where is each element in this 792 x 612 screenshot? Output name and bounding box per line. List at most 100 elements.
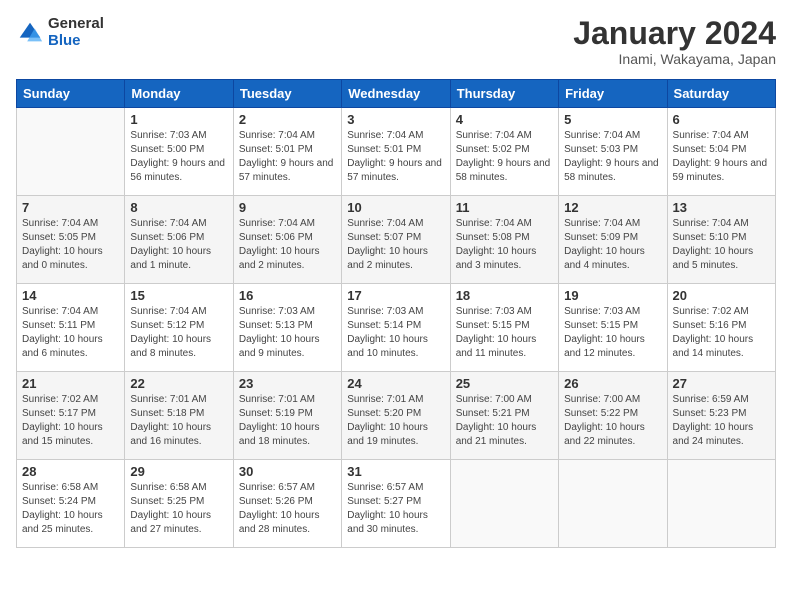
day-number: 2 bbox=[239, 112, 336, 127]
day-number: 28 bbox=[22, 464, 119, 479]
day-number: 14 bbox=[22, 288, 119, 303]
day-number: 27 bbox=[673, 376, 770, 391]
day-cell: 21Sunrise: 7:02 AMSunset: 5:17 PMDayligh… bbox=[17, 372, 125, 460]
day-cell bbox=[667, 460, 775, 548]
day-cell: 14 Sunrise: 7:04 AMSunset: 5:11 PMDayligh… bbox=[17, 284, 125, 372]
header-cell-monday: Monday bbox=[125, 80, 233, 108]
day-cell: 17 Sunrise: 7:03 AMSunset: 5:14 PMDayligh… bbox=[342, 284, 450, 372]
day-info: Sunrise: 7:03 AMSunset: 5:14 PMDaylight:… bbox=[347, 305, 444, 361]
day-cell: 31Sunrise: 6:57 AMSunset: 5:27 PMDayligh… bbox=[342, 460, 450, 548]
day-info: Sunrise: 6:59 AMSunset: 5:23 PMDaylight:… bbox=[673, 393, 770, 449]
day-number: 18 bbox=[456, 288, 553, 303]
day-info: Sunrise: 7:04 AMSunset: 5:12 PMDaylight:… bbox=[130, 305, 227, 361]
day-cell: 9 Sunrise: 7:04 AMSunset: 5:06 PMDaylight… bbox=[233, 196, 341, 284]
day-info: Sunrise: 7:04 AMSunset: 5:09 PMDaylight:… bbox=[564, 217, 661, 273]
day-info: Sunrise: 7:00 AMSunset: 5:21 PMDaylight:… bbox=[456, 393, 553, 449]
day-info: Sunrise: 6:57 AMSunset: 5:26 PMDaylight:… bbox=[239, 481, 336, 537]
day-cell: 30 Sunrise: 6:57 AMSunset: 5:26 PMDayligh… bbox=[233, 460, 341, 548]
day-info: Sunrise: 7:04 AMSunset: 5:02 PMDaylight:… bbox=[456, 129, 553, 185]
day-info: Sunrise: 7:02 AMSunset: 5:17 PMDaylight:… bbox=[22, 393, 119, 449]
day-cell: 23 Sunrise: 7:01 AMSunset: 5:19 PMDayligh… bbox=[233, 372, 341, 460]
day-info: Sunrise: 7:04 AMSunset: 5:06 PMDaylight:… bbox=[130, 217, 227, 273]
day-info: Sunrise: 7:04 AMSunset: 5:10 PMDaylight:… bbox=[673, 217, 770, 273]
day-cell: 27 Sunrise: 6:59 AMSunset: 5:23 PMDayligh… bbox=[667, 372, 775, 460]
day-number: 30 bbox=[239, 464, 336, 479]
day-info: Sunrise: 7:00 AMSunset: 5:22 PMDaylight:… bbox=[564, 393, 661, 449]
day-info: Sunrise: 7:03 AMSunset: 5:15 PMDaylight:… bbox=[564, 305, 661, 361]
day-info: Sunrise: 7:04 AMSunset: 5:01 PMDaylight:… bbox=[239, 129, 336, 185]
day-info: Sunrise: 7:03 AMSunset: 5:13 PMDaylight:… bbox=[239, 305, 336, 361]
day-number: 11 bbox=[456, 200, 553, 215]
day-info: Sunrise: 7:02 AMSunset: 5:16 PMDaylight:… bbox=[673, 305, 770, 361]
calendar-title: January 2024 bbox=[573, 16, 776, 51]
day-info: Sunrise: 7:04 AMSunset: 5:06 PMDaylight:… bbox=[239, 217, 336, 273]
title-block: January 2024 Inami, Wakayama, Japan bbox=[573, 16, 776, 67]
day-cell: 26 Sunrise: 7:00 AMSunset: 5:22 PMDayligh… bbox=[559, 372, 667, 460]
day-cell: 19 Sunrise: 7:03 AMSunset: 5:15 PMDayligh… bbox=[559, 284, 667, 372]
header-cell-friday: Friday bbox=[559, 80, 667, 108]
day-info: Sunrise: 7:01 AMSunset: 5:19 PMDaylight:… bbox=[239, 393, 336, 449]
day-cell: 24 Sunrise: 7:01 AMSunset: 5:20 PMDayligh… bbox=[342, 372, 450, 460]
day-cell: 25 Sunrise: 7:00 AMSunset: 5:21 PMDayligh… bbox=[450, 372, 558, 460]
day-info: Sunrise: 7:01 AMSunset: 5:18 PMDaylight:… bbox=[130, 393, 227, 449]
day-cell: 2 Sunrise: 7:04 AMSunset: 5:01 PMDaylight… bbox=[233, 108, 341, 196]
day-info: Sunrise: 6:58 AMSunset: 5:24 PMDaylight:… bbox=[22, 481, 119, 537]
logo-icon bbox=[16, 19, 44, 47]
day-cell: 4 Sunrise: 7:04 AMSunset: 5:02 PMDaylight… bbox=[450, 108, 558, 196]
week-row-2: 7 Sunrise: 7:04 AMSunset: 5:05 PMDaylight… bbox=[17, 196, 776, 284]
day-number: 4 bbox=[456, 112, 553, 127]
day-cell: 7 Sunrise: 7:04 AMSunset: 5:05 PMDaylight… bbox=[17, 196, 125, 284]
day-cell: 10 Sunrise: 7:04 AMSunset: 5:07 PMDayligh… bbox=[342, 196, 450, 284]
day-number: 10 bbox=[347, 200, 444, 215]
day-number: 9 bbox=[239, 200, 336, 215]
day-number: 13 bbox=[673, 200, 770, 215]
day-cell: 6 Sunrise: 7:04 AMSunset: 5:04 PMDaylight… bbox=[667, 108, 775, 196]
day-cell: 22 Sunrise: 7:01 AMSunset: 5:18 PMDayligh… bbox=[125, 372, 233, 460]
day-info: Sunrise: 7:04 AMSunset: 5:04 PMDaylight:… bbox=[673, 129, 770, 185]
day-number: 23 bbox=[239, 376, 336, 391]
day-number: 22 bbox=[130, 376, 227, 391]
day-info: Sunrise: 6:57 AMSunset: 5:27 PMDaylight:… bbox=[347, 481, 444, 537]
day-number: 6 bbox=[673, 112, 770, 127]
day-number: 5 bbox=[564, 112, 661, 127]
day-number: 17 bbox=[347, 288, 444, 303]
calendar-subtitle: Inami, Wakayama, Japan bbox=[573, 51, 776, 67]
day-info: Sunrise: 7:04 AMSunset: 5:01 PMDaylight:… bbox=[347, 129, 444, 185]
day-number: 1 bbox=[130, 112, 227, 127]
day-cell bbox=[559, 460, 667, 548]
day-info: Sunrise: 7:03 AMSunset: 5:00 PMDaylight:… bbox=[130, 129, 227, 185]
day-cell: 8 Sunrise: 7:04 AMSunset: 5:06 PMDaylight… bbox=[125, 196, 233, 284]
day-number: 8 bbox=[130, 200, 227, 215]
day-cell: 16 Sunrise: 7:03 AMSunset: 5:13 PMDayligh… bbox=[233, 284, 341, 372]
week-row-4: 21Sunrise: 7:02 AMSunset: 5:17 PMDayligh… bbox=[17, 372, 776, 460]
day-info: Sunrise: 7:04 AMSunset: 5:03 PMDaylight:… bbox=[564, 129, 661, 185]
day-number: 16 bbox=[239, 288, 336, 303]
day-number: 25 bbox=[456, 376, 553, 391]
day-info: Sunrise: 7:03 AMSunset: 5:15 PMDaylight:… bbox=[456, 305, 553, 361]
day-number: 26 bbox=[564, 376, 661, 391]
logo: General Blue bbox=[16, 16, 104, 49]
day-number: 12 bbox=[564, 200, 661, 215]
day-cell: 12 Sunrise: 7:04 AMSunset: 5:09 PMDayligh… bbox=[559, 196, 667, 284]
day-number: 24 bbox=[347, 376, 444, 391]
day-number: 15 bbox=[130, 288, 227, 303]
day-info: Sunrise: 6:58 AMSunset: 5:25 PMDaylight:… bbox=[130, 481, 227, 537]
logo-blue-text: Blue bbox=[48, 33, 104, 50]
week-row-5: 28 Sunrise: 6:58 AMSunset: 5:24 PMDayligh… bbox=[17, 460, 776, 548]
day-cell bbox=[17, 108, 125, 196]
day-info: Sunrise: 7:04 AMSunset: 5:07 PMDaylight:… bbox=[347, 217, 444, 273]
day-info: Sunrise: 7:01 AMSunset: 5:20 PMDaylight:… bbox=[347, 393, 444, 449]
day-number: 19 bbox=[564, 288, 661, 303]
day-info: Sunrise: 7:04 AMSunset: 5:11 PMDaylight:… bbox=[22, 305, 119, 361]
day-cell: 11 Sunrise: 7:04 AMSunset: 5:08 PMDayligh… bbox=[450, 196, 558, 284]
day-number: 7 bbox=[22, 200, 119, 215]
day-cell bbox=[450, 460, 558, 548]
day-info: Sunrise: 7:04 AMSunset: 5:08 PMDaylight:… bbox=[456, 217, 553, 273]
logo-text: General Blue bbox=[48, 16, 104, 49]
week-row-1: 1 Sunrise: 7:03 AMSunset: 5:00 PMDaylight… bbox=[17, 108, 776, 196]
day-cell: 28 Sunrise: 6:58 AMSunset: 5:24 PMDayligh… bbox=[17, 460, 125, 548]
day-cell: 5 Sunrise: 7:04 AMSunset: 5:03 PMDaylight… bbox=[559, 108, 667, 196]
day-cell: 1 Sunrise: 7:03 AMSunset: 5:00 PMDaylight… bbox=[125, 108, 233, 196]
day-cell: 18 Sunrise: 7:03 AMSunset: 5:15 PMDayligh… bbox=[450, 284, 558, 372]
day-info: Sunrise: 7:04 AMSunset: 5:05 PMDaylight:… bbox=[22, 217, 119, 273]
